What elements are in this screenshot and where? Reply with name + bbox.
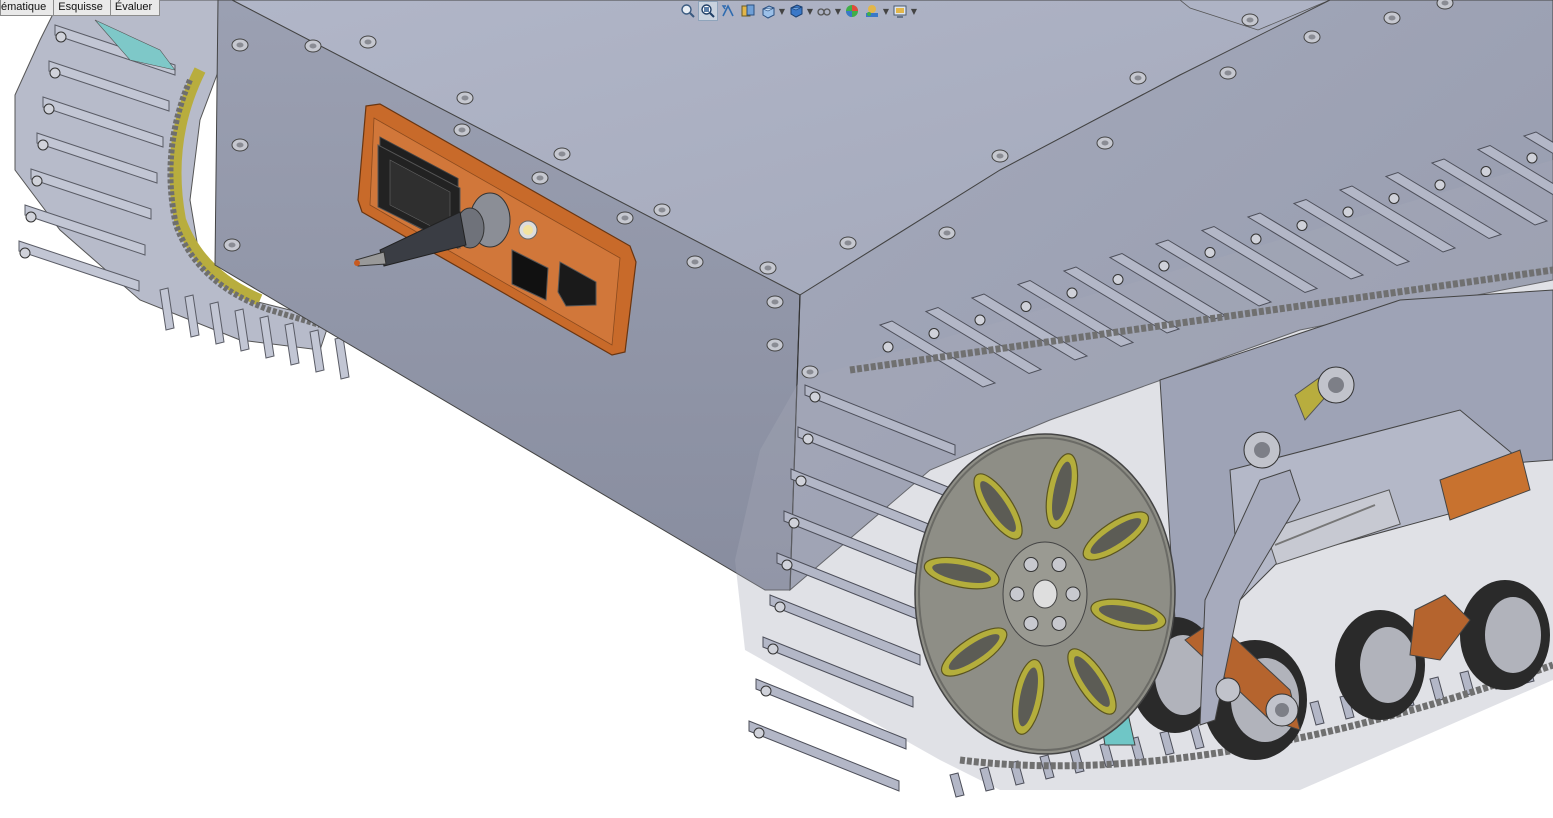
rivet <box>1134 75 1142 81</box>
bolt <box>795 475 807 487</box>
tab-esquisse[interactable]: Esquisse <box>53 0 111 16</box>
chevron-down-icon[interactable]: ▼ <box>806 7 814 16</box>
bolt <box>43 103 55 115</box>
road-wheel[interactable] <box>1460 580 1550 690</box>
graphics-area[interactable]: ématique Esquisse Évaluer ▼ ▼ ▼ ▼ ▼ <box>0 0 1553 813</box>
rivet <box>691 259 699 265</box>
display-style-icon <box>790 4 803 18</box>
rivet <box>309 43 317 49</box>
section-view-icon <box>741 4 755 17</box>
rivet <box>236 142 244 148</box>
bolt <box>1480 166 1492 177</box>
road-wheel[interactable] <box>1335 610 1425 720</box>
hub-bolt <box>1051 557 1067 573</box>
edit-appearance-button[interactable] <box>842 1 862 21</box>
bolt <box>37 139 49 151</box>
zoom-to-fit-button[interactable] <box>678 1 698 21</box>
rivet <box>621 215 629 221</box>
chevron-down-icon[interactable]: ▼ <box>882 7 890 16</box>
view-settings-icon <box>893 5 907 18</box>
zoom-to-fit-icon <box>681 4 695 18</box>
rivet <box>1224 70 1232 76</box>
view-orientation-icon <box>762 5 775 19</box>
bolt <box>802 433 814 445</box>
rivet <box>1101 140 1109 146</box>
rivet <box>458 127 466 133</box>
rivet <box>764 265 772 271</box>
rivet <box>1441 0 1449 6</box>
bolt <box>19 247 31 259</box>
display-style-button[interactable] <box>786 1 806 21</box>
bolt <box>767 643 779 655</box>
bolt <box>882 341 894 353</box>
rivet <box>228 242 236 248</box>
section-view-button[interactable] <box>738 1 758 21</box>
rivet <box>771 299 779 305</box>
bolt <box>1342 206 1354 218</box>
bolt <box>1158 260 1170 272</box>
chevron-down-icon[interactable]: ▼ <box>778 7 786 16</box>
bolt <box>974 314 986 326</box>
bolt <box>809 391 821 403</box>
rivet <box>236 42 244 48</box>
model-view[interactable] <box>0 0 1553 813</box>
apply-scene-button[interactable] <box>862 1 882 21</box>
rivet <box>1246 17 1254 23</box>
view-orientation-button[interactable] <box>758 1 778 21</box>
edit-appearance-icon <box>846 5 858 17</box>
bolt <box>781 559 793 571</box>
hub-bolt <box>1023 557 1039 573</box>
bolt <box>1204 247 1216 258</box>
rivet <box>461 95 469 101</box>
hub-bolt <box>1023 615 1039 631</box>
bolt <box>760 685 772 697</box>
bolt <box>1526 152 1538 164</box>
bolt <box>31 175 43 187</box>
rivet <box>364 39 372 45</box>
zoom-to-area-icon <box>701 4 715 18</box>
hub-bolt <box>1065 586 1081 602</box>
rivet <box>536 175 544 181</box>
hide-show-items-icon <box>817 8 831 16</box>
bolt <box>1112 274 1124 285</box>
bolt <box>55 31 67 43</box>
track-grouser <box>949 772 965 798</box>
chevron-down-icon[interactable]: ▼ <box>834 7 842 16</box>
command-manager-tabs: ématique Esquisse Évaluer <box>0 0 161 16</box>
bolt <box>753 727 765 739</box>
tab-evaluer[interactable]: Évaluer <box>109 0 161 16</box>
apply-scene-icon <box>866 5 878 17</box>
chevron-down-icon[interactable]: ▼ <box>910 7 918 16</box>
view-settings-button[interactable] <box>890 1 910 21</box>
bolt <box>1296 220 1308 231</box>
bolt <box>1020 301 1032 312</box>
rivet <box>1388 15 1396 21</box>
rivet <box>771 342 779 348</box>
rivet <box>844 240 852 246</box>
tab-schematique[interactable]: ématique <box>0 0 55 16</box>
bolt <box>1388 193 1400 204</box>
rivet <box>1308 34 1316 40</box>
rivet <box>558 151 566 157</box>
bolt <box>774 601 786 613</box>
rivet <box>806 369 814 375</box>
hub-bolt <box>1009 586 1025 602</box>
bolt <box>1434 179 1446 191</box>
rivet <box>658 207 666 213</box>
bolt <box>928 328 940 339</box>
previous-view-icon <box>721 4 734 17</box>
hub-bolt <box>1051 615 1067 631</box>
bolt <box>788 517 800 529</box>
rivet <box>943 230 951 236</box>
bolt <box>25 211 37 223</box>
zoom-to-area-button[interactable] <box>698 1 718 21</box>
bolt <box>1066 287 1078 299</box>
rivet <box>996 153 1004 159</box>
drive-sprocket[interactable] <box>914 433 1176 755</box>
heads-up-view-toolbar: ▼ ▼ ▼ ▼ ▼ <box>678 0 918 22</box>
hide-show-items-button[interactable] <box>814 1 834 21</box>
bolt <box>1250 233 1262 245</box>
previous-view-button[interactable] <box>718 1 738 21</box>
bolt <box>49 67 61 79</box>
